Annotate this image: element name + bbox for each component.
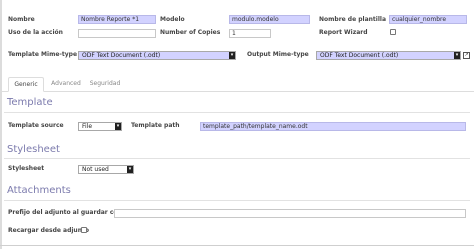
- report-wizard-checkbox[interactable]: [390, 29, 396, 35]
- triangle-down-icon: ▾: [229, 52, 235, 59]
- template-mime-type-label: Template Mime-type: [8, 51, 78, 58]
- prefijo-adjunto-label: Prefijo del adjunto al guardar como: [8, 209, 128, 216]
- modelo-label: Modelo: [160, 16, 185, 23]
- template-source-select[interactable]: File ▾: [78, 122, 122, 131]
- stylesheet-label: Stylesheet: [8, 165, 45, 172]
- template-source-label: Template source: [8, 122, 64, 129]
- external-link-icon[interactable]: ↗: [463, 52, 470, 59]
- template-mime-type-value: ODF Text Document (.odt): [82, 52, 161, 59]
- template-path-field[interactable]: template_path/template_name.odt: [200, 122, 466, 131]
- notebook-tabs: Generic Advanced Seguridad: [0, 77, 474, 92]
- report-wizard-label: Report Wizard: [319, 29, 368, 36]
- triangle-down-icon: ▾: [115, 123, 121, 130]
- form-bottom-border: [0, 245, 474, 246]
- window-left-edge: [0, 0, 2, 249]
- number-of-copies-label: Number of Copies: [160, 29, 221, 36]
- triangle-down-icon: ▾: [127, 166, 133, 173]
- tab-seguridad[interactable]: Seguridad: [86, 77, 124, 91]
- stylesheet-value: Not used: [82, 166, 109, 173]
- number-of-copies-field[interactable]: 1: [229, 29, 271, 38]
- modelo-field[interactable]: modulo.modelo: [229, 15, 310, 24]
- output-mime-type-label: Output Mime-type: [247, 51, 309, 58]
- nombre-plantilla-field[interactable]: cualquier_nombre: [389, 15, 467, 24]
- output-mime-type-value: ODF Text Document (.odt): [320, 52, 399, 59]
- tab-advanced[interactable]: Advanced: [48, 77, 84, 91]
- template-section-title: Template: [7, 97, 53, 108]
- template-mime-type-select[interactable]: ODF Text Document (.odt) ▾: [78, 51, 236, 60]
- stylesheet-section-title: Stylesheet: [7, 144, 60, 155]
- tab-generic[interactable]: Generic: [8, 77, 44, 92]
- stylesheet-section-divider: [4, 158, 470, 159]
- nombre-label: Nombre: [8, 16, 35, 23]
- stylesheet-select[interactable]: Not used ▾: [78, 165, 134, 174]
- output-mime-type-select[interactable]: ODF Text Document (.odt) ▾: [316, 51, 461, 60]
- recargar-adjunto-label: Recargar desde adjunto: [8, 227, 89, 234]
- nombre-plantilla-label: Nombre de plantilla: [319, 16, 387, 23]
- attachments-section-title: Attachments: [7, 185, 71, 196]
- template-path-label: Template path: [131, 122, 180, 129]
- recargar-adjunto-checkbox[interactable]: [81, 227, 87, 233]
- prefijo-adjunto-field[interactable]: [114, 209, 466, 218]
- attachments-section-divider: [4, 200, 470, 201]
- uso-accion-label: Uso de la acción: [8, 29, 63, 36]
- triangle-down-icon: ▾: [454, 52, 460, 59]
- uso-accion-field[interactable]: [78, 29, 156, 38]
- template-source-value: File: [82, 123, 93, 130]
- template-section-divider: [4, 112, 470, 113]
- nombre-field[interactable]: Nombre Reporte *1: [78, 15, 156, 24]
